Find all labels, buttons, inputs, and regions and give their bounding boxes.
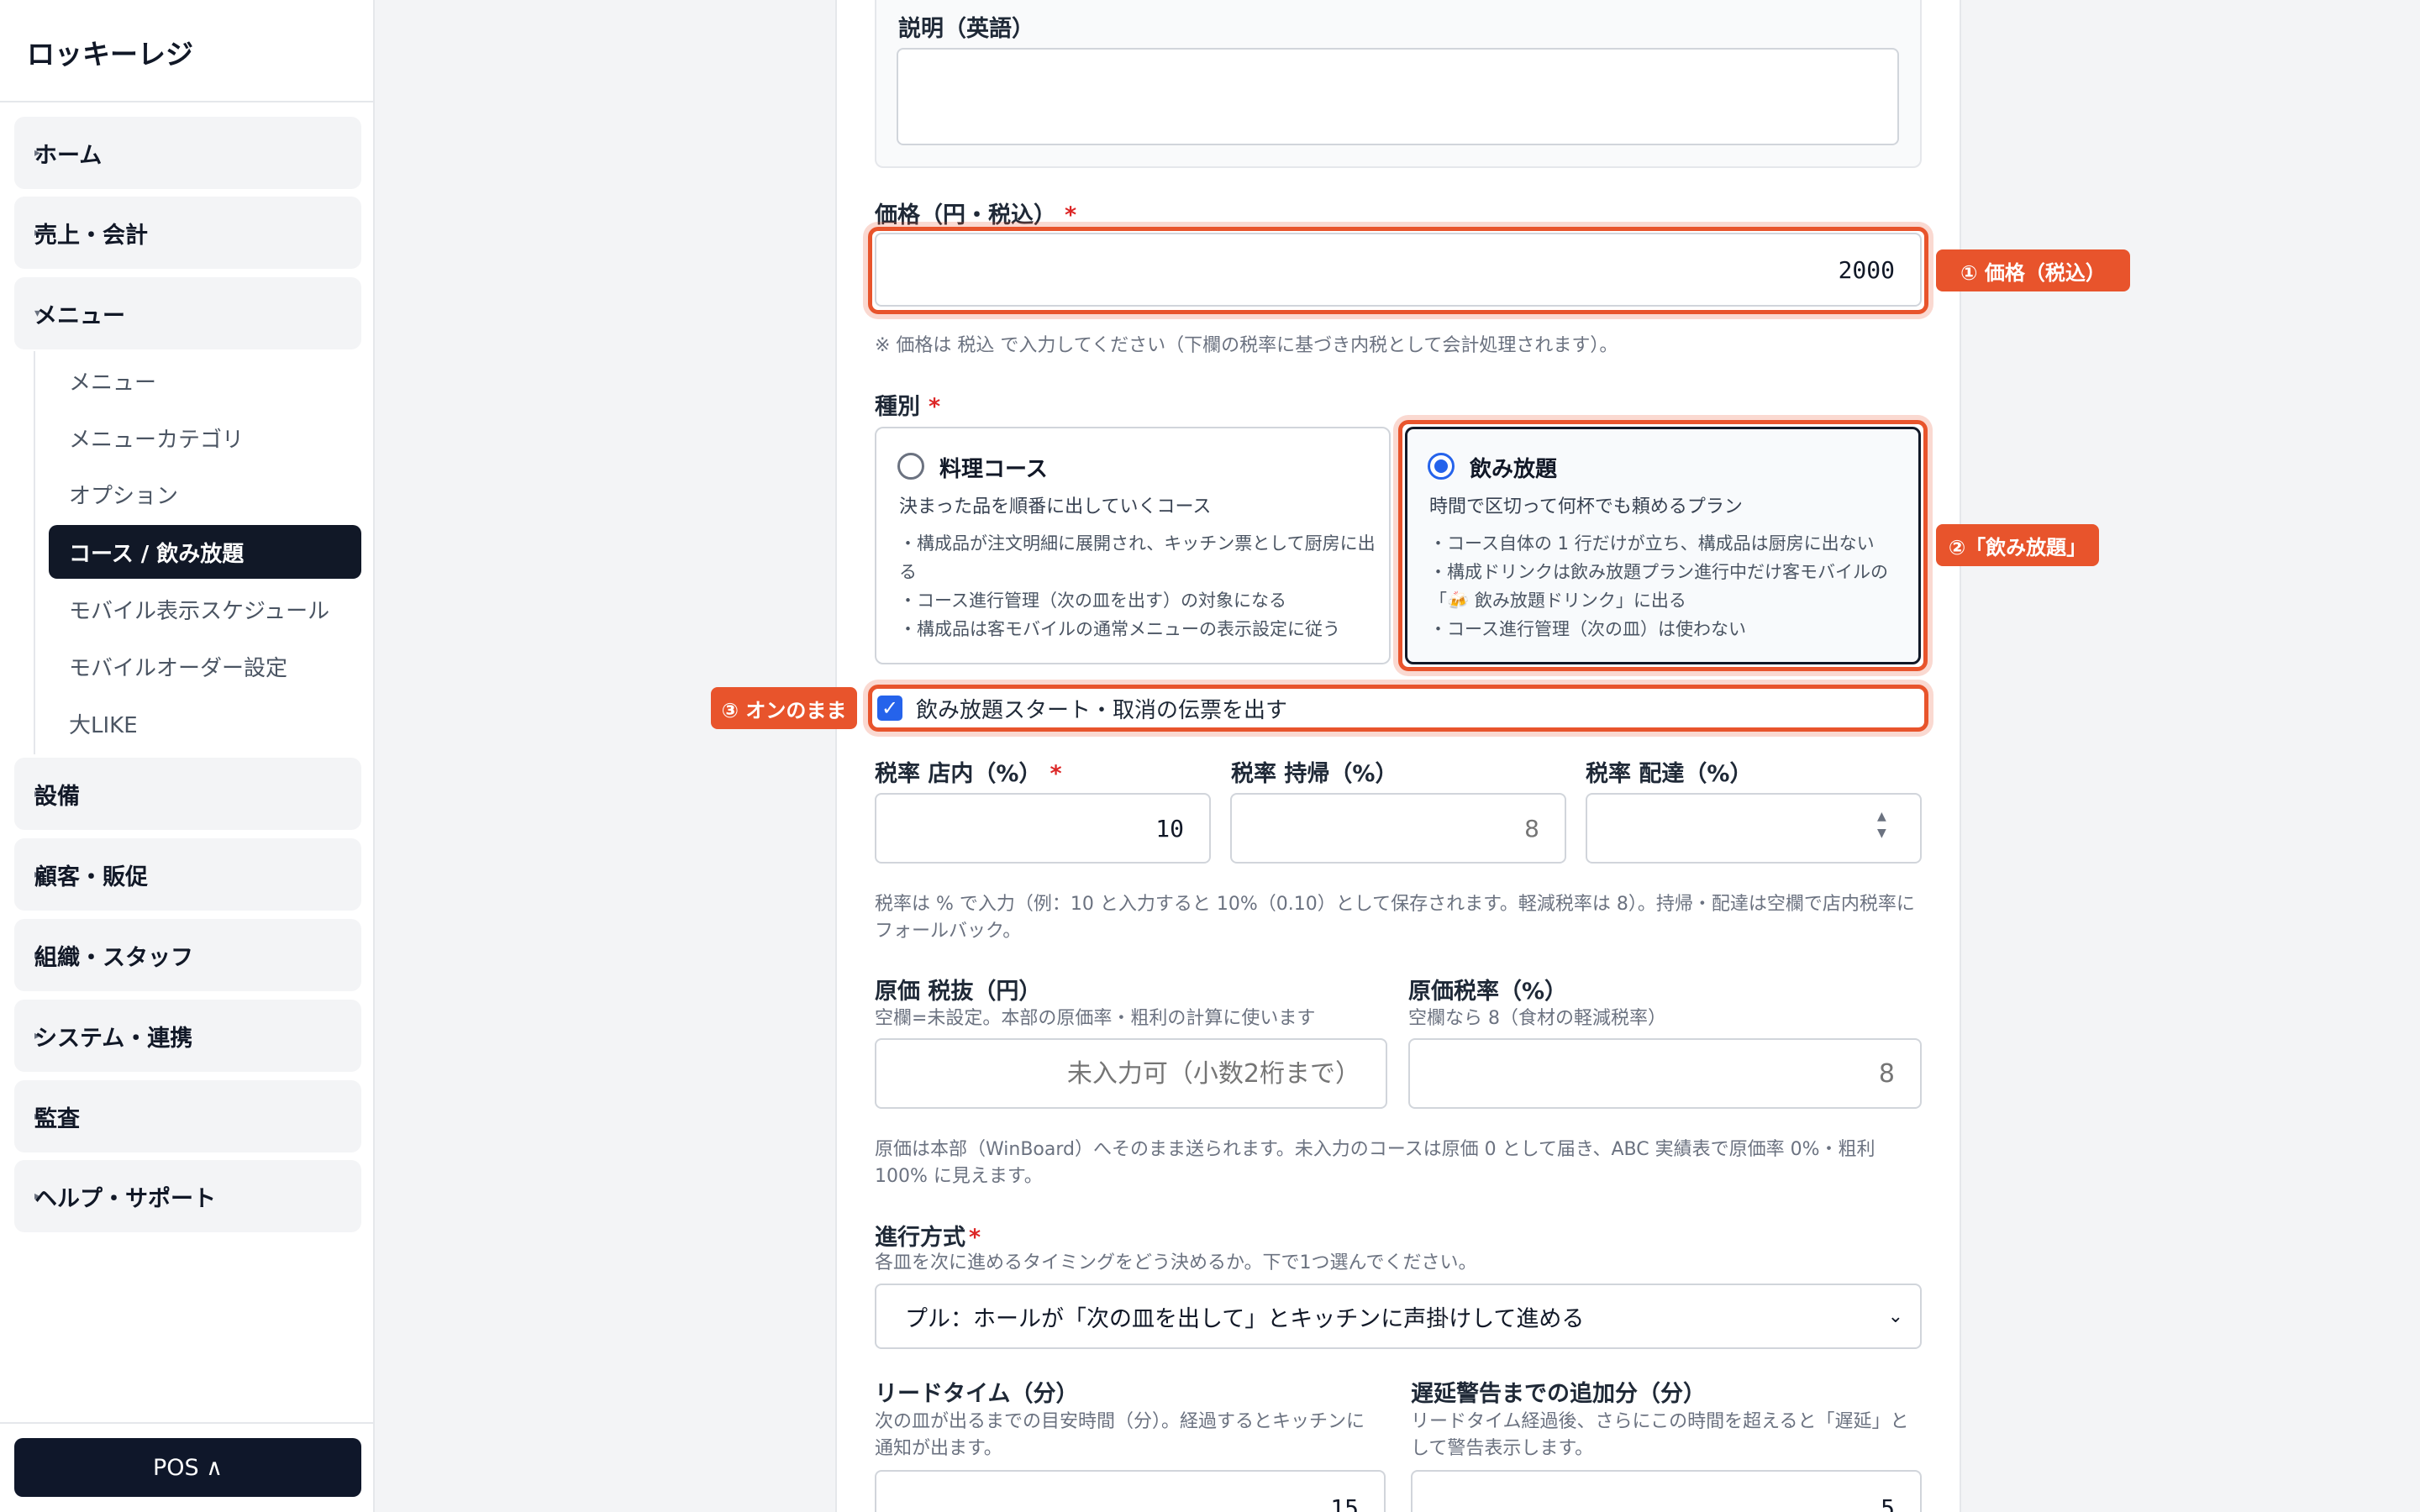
cost-note: 原価は本部（WinBoard）へそのまま送られます。未入力のコースは原価 0 と… [875,1139,1876,1187]
chevron-down-icon: ⌄ [1887,1305,1903,1327]
tax-in-label-text: 税率 店内（%） [875,761,1042,787]
nav-tree-line [34,351,37,754]
drink-type-highlight [1398,420,1928,671]
brand-divider [0,101,373,102]
nav-group-label: 組織・スタッフ [34,944,193,971]
desc-en-input[interactable] [897,48,1899,145]
required-mark: * [1050,761,1062,787]
nav-group-equipment[interactable]: 設備 ▸ [14,758,361,830]
type-cooking-desc: 決まった品を順番に出していくコース [899,496,1212,517]
bullet: ・コース進行管理（次の皿を出す）の対象になる [899,591,1286,611]
progress-select-value: プル：ホールが「次の皿を出して」とキッチンに声掛けして進める [905,1305,1585,1332]
sidebar-item-dai-like[interactable]: 大LIKE [49,696,361,750]
lead-time-input[interactable] [875,1470,1386,1512]
annotation-3: ③ オンのまま [711,687,857,729]
bullet: ・構成品は客モバイルの通常メニューの表示設定に従う [899,619,1340,639]
slip-checkbox-label: 飲み放題スタート・取消の伝票を出す [916,698,1288,723]
nav-group-sales[interactable]: 売上・会計 ▸ [14,197,361,269]
price-highlight [868,227,1928,314]
slip-checkbox[interactable]: ✓ [877,696,902,721]
type-cooking-title: 料理コース [939,457,1048,482]
tax-takeout-label: 税率 持帰（%） [1231,761,1398,787]
nav-group-home[interactable]: ホーム ▸ [14,117,361,189]
price-note: ※ 価格は 税込 で入力してください（下欄の税率に基づき内税として会計処理されま… [875,335,1618,356]
type-label-text: 種別 [875,394,920,420]
annotation-2: ②「飲み放題」 [1936,524,2099,566]
progress-label: 進行方式 * [875,1219,981,1252]
nav-group-label: システム・連携 [34,1025,193,1052]
nav-group-organization[interactable]: 組織・スタッフ ▸ [14,919,361,991]
cost-tax-label: 原価税率（%） [1408,979,1568,1005]
price-label-text: 価格（円・税込） [875,202,1056,228]
delay-label: 遅延警告までの追加分（分） [1411,1381,1706,1407]
nav-group-label: メニュー [34,302,125,329]
radio-cooking-course[interactable] [897,453,924,480]
pos-button[interactable]: POS ∧ [14,1438,361,1497]
type-card-cooking-course[interactable]: 料理コース 決まった品を順番に出していくコース ・構成品が注文明細に展開され、キ… [875,427,1391,664]
required-mark: * [929,394,941,420]
number-spinner-icon[interactable]: ▲ ▼ [1877,808,1886,842]
nav-group-system[interactable]: システム・連携 ▸ [14,1000,361,1072]
nav-group-menu[interactable]: メニュー ▾ [14,277,361,349]
cost-tax-help: 空欄なら 8（食材の軽減税率） [1408,1008,1666,1029]
tax-in-label: 税率 店内（%） * [875,755,1062,788]
sidebar-item-mobile-order-settings[interactable]: モバイルオーダー設定 [49,639,361,693]
type-cooking-bullets: ・構成品が注文明細に展開され、キッチン票として厨房に出る ・コース進行管理（次の… [899,529,1382,643]
nav-group-customer[interactable]: 顧客・販促 ▸ [14,838,361,911]
app-brand: ロッキーレジ [27,38,193,71]
cost-input[interactable] [875,1038,1387,1109]
cost-label: 原価 税抜（円） [875,979,1042,1005]
tax-delivery-label: 税率 配達（%） [1586,761,1753,787]
lead-time-help: 次の皿が出るまでの目安時間（分）。経過するとキッチンに通知が出ます。 [875,1411,1365,1459]
cost-tax-input[interactable] [1408,1038,1922,1109]
lead-time-label: リードタイム（分） [875,1381,1079,1407]
progress-help: 各皿を次に進めるタイミングをどう決めるか。下で1つ選んでください。 [875,1252,1477,1273]
price-label: 価格（円・税込） * [875,197,1076,229]
tax-takeout-input[interactable] [1230,793,1566,864]
nav-group-label: 設備 [34,783,80,810]
nav-group-label: ヘルプ・サポート [34,1185,216,1212]
tax-in-input[interactable] [875,793,1211,864]
delay-help: リードタイム経過後、さらにこの時間を超えると「遅延」として警告表示します。 [1411,1411,1909,1459]
delay-input[interactable] [1411,1470,1922,1512]
sidebar-item-menu-category[interactable]: メニューカテゴリ [49,411,361,465]
required-mark: * [969,1225,981,1251]
nav-group-label: ホーム [34,142,103,169]
sidebar-item-course-drink[interactable]: コース / 飲み放題 [49,525,361,579]
cost-help: 空欄=未設定。本部の原価率・粗利の計算に使います [875,1008,1316,1029]
nav-group-label: 監査 [34,1105,80,1132]
progress-select[interactable]: プル：ホールが「次の皿を出して」とキッチンに声掛けして進める ⌄ [875,1284,1922,1349]
nav-group-audit[interactable]: 監査 ▸ [14,1080,361,1152]
nav-group-label: 売上・会計 [34,222,148,249]
sidebar: ロッキーレジ ホーム ▸ 売上・会計 ▸ メニュー ▾ メニュー メニューカテゴ… [0,0,375,1512]
annotation-1: ① 価格（税込） [1936,249,2130,291]
progress-label-text: 進行方式 [875,1225,965,1251]
desc-en-label: 説明（英語） [898,16,1034,42]
sidebar-item-options[interactable]: オプション [49,467,361,521]
sidebar-item-menu[interactable]: メニュー [49,354,361,407]
nav-group-help[interactable]: ヘルプ・サポート ▸ [14,1160,361,1232]
nav-group-label: 顧客・販促 [34,864,148,890]
required-mark: * [1065,202,1077,228]
type-label: 種別 * [875,388,940,421]
tax-help: 税率は % で入力（例：10 と入力すると 10%（0.10）として保存されます… [875,894,1915,942]
bullet: ・構成品が注文明細に展開され、キッチン票として厨房に出る [899,533,1376,582]
sidebar-item-mobile-schedule[interactable]: モバイル表示スケジュール [49,582,361,636]
tax-delivery-input[interactable] [1586,793,1922,864]
sidebar-bottom-divider [0,1422,373,1424]
